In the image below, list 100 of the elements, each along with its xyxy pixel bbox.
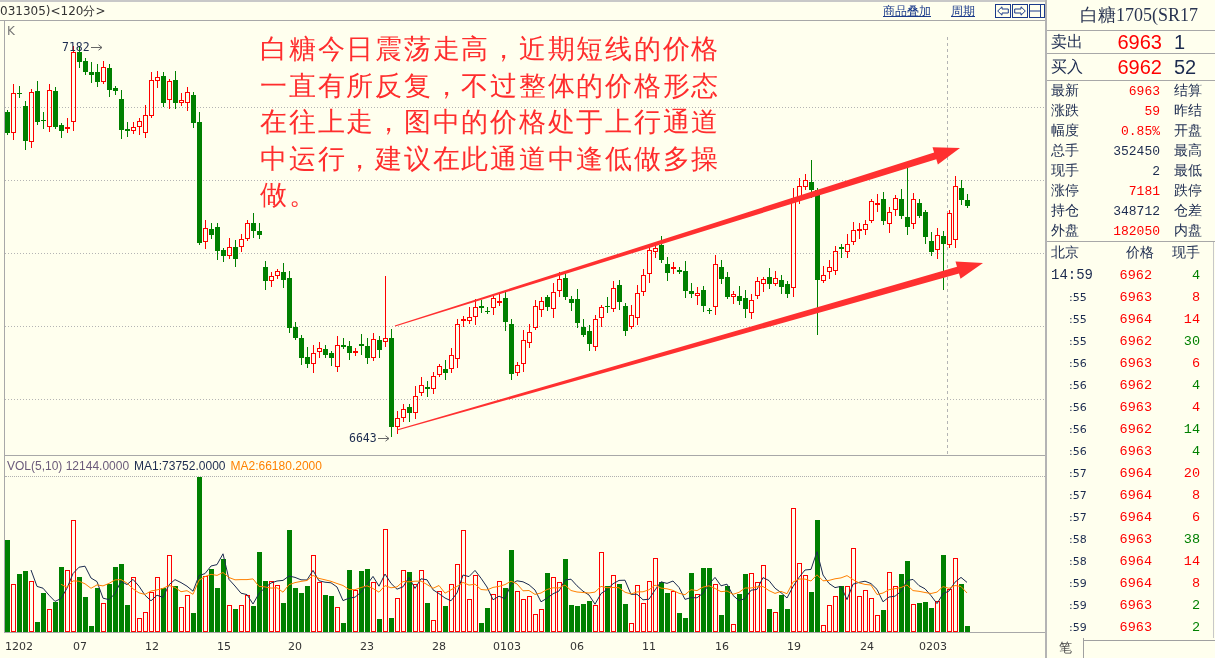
trade-time: :58 (1068, 554, 1088, 568)
trade-time: :56 (1068, 444, 1088, 458)
stat-label: 结算 (1173, 82, 1203, 100)
trade-time: :57 (1068, 488, 1088, 502)
volume-legend-text: VOL(5,10) 12144.0000 (7, 459, 130, 473)
trade-price: 6963 (1118, 399, 1153, 415)
trade-price: 6964 (1118, 311, 1153, 327)
axis-label: 20 (288, 640, 302, 653)
trade-price: 6963 (1118, 619, 1153, 635)
trade-price: 6964 (1118, 465, 1153, 481)
instrument-title: 白糖1705(SR17 (1047, 0, 1215, 31)
stat-value: 182050 (1112, 223, 1161, 239)
trade-price: 6963 (1118, 289, 1153, 305)
stat-label: 最高 (1173, 142, 1203, 160)
axis-label: 11 (642, 640, 656, 653)
trade-time: :59 (1068, 576, 1088, 590)
stat-label: 跌停 (1173, 182, 1203, 200)
trade-price: 6962 (1118, 267, 1153, 283)
axis-label: 24 (860, 640, 874, 653)
trade-volume: 8 (1190, 289, 1200, 305)
trade-time: :56 (1068, 400, 1088, 414)
axis-label: 12 (145, 640, 159, 653)
trade-time: :55 (1068, 312, 1088, 326)
stat-value: 6963 (1127, 83, 1161, 99)
trade-volume: 30 (1182, 333, 1200, 349)
indicator-label: K (7, 24, 15, 38)
trade-price: 6964 (1118, 553, 1153, 569)
axis-label: 0103 (493, 640, 521, 653)
trade-price: 6964 (1118, 575, 1153, 591)
volume-legend-text: MA2:66180.2000 (230, 459, 322, 473)
trade-volume: 38 (1182, 531, 1200, 547)
quote-label: 买入 (1051, 56, 1084, 78)
axis-label: 16 (715, 640, 729, 653)
stat-value: 352450 (1112, 143, 1161, 159)
volume-legend-text: MA1:73752.0000 (134, 459, 226, 473)
stat-label: 仓差 (1173, 202, 1203, 220)
chart-title: 031305)<120分> (0, 2, 106, 20)
layout-button[interactable] (1029, 4, 1045, 18)
trade-time: :55 (1068, 334, 1088, 348)
stat-value: 2 (1151, 163, 1161, 179)
trade-price: 6962 (1118, 421, 1153, 437)
arrow-left-icon (997, 6, 1009, 16)
stat-label: 涨跌 (1051, 102, 1080, 120)
trade-volume: 4 (1190, 399, 1200, 415)
stat-label: 最新 (1051, 82, 1080, 100)
axis-label: 0203 (919, 640, 947, 653)
stat-label: 幅度 (1051, 122, 1080, 140)
stat-label: 总手 (1051, 142, 1080, 160)
column-header: 北京 (1051, 244, 1080, 262)
trade-time: :56 (1068, 422, 1088, 436)
trade-volume: 8 (1190, 575, 1200, 591)
stat-label: 外盘 (1051, 222, 1080, 240)
stat-value: 59 (1143, 103, 1161, 119)
toolbar-link[interactable]: 商品叠加 (883, 2, 931, 20)
trade-price: 6963 (1118, 531, 1153, 547)
trade-volume: 6 (1190, 355, 1200, 371)
stat-label: 现手 (1051, 162, 1080, 180)
trade-volume: 14 (1182, 311, 1200, 327)
axis-label: 07 (73, 640, 87, 653)
trade-volume: 4 (1190, 443, 1200, 459)
trade-price: 6963 (1118, 443, 1153, 459)
trade-time: :57 (1068, 466, 1088, 480)
tab[interactable]: 笔 (1047, 638, 1084, 658)
axis-label: 1202 (5, 640, 33, 653)
quote-price: 6963 (1116, 31, 1162, 54)
left-arrow-button[interactable] (995, 4, 1011, 18)
trade-volume: 4 (1190, 267, 1200, 283)
trade-time: :59 (1068, 620, 1088, 634)
trade-time: :55 (1068, 290, 1088, 304)
trade-time: :56 (1068, 378, 1088, 392)
column-header: 价格 (1125, 244, 1154, 262)
trade-time: 14:59 (1051, 267, 1094, 283)
right-arrow-button[interactable] (1012, 4, 1028, 18)
stat-label: 最低 (1173, 162, 1203, 180)
quote-volume: 52 (1173, 55, 1198, 79)
trade-price: 6964 (1118, 509, 1153, 525)
axis-label: 23 (360, 640, 374, 653)
quote-price: 6962 (1116, 55, 1162, 79)
stat-value: 0.85% (1120, 123, 1161, 139)
axis-label: 06 (570, 640, 584, 653)
quote-label: 卖出 (1051, 32, 1084, 53)
stat-label: 昨结 (1173, 102, 1203, 120)
trade-volume: 2 (1190, 619, 1200, 635)
trade-volume: 8 (1190, 487, 1200, 503)
toolbar-link[interactable]: 周期 (951, 2, 975, 20)
trade-volume: 6 (1190, 509, 1200, 525)
arrow-right-icon (1014, 6, 1026, 16)
stat-value: 7181 (1127, 183, 1161, 199)
trade-price: 6963 (1118, 597, 1153, 613)
trade-volume: 14 (1182, 421, 1200, 437)
trade-price: 6964 (1118, 487, 1153, 503)
trade-price: 6963 (1118, 355, 1153, 371)
stat-label: 涨停 (1051, 182, 1080, 200)
stat-label: 持仓 (1051, 202, 1080, 220)
axis-label: 28 (432, 640, 446, 653)
trade-time: :58 (1068, 532, 1088, 546)
trade-price: 6962 (1118, 333, 1153, 349)
stat-value: 348712 (1112, 203, 1161, 219)
trade-volume: 20 (1182, 465, 1200, 481)
quote-volume: 1 (1173, 31, 1187, 54)
